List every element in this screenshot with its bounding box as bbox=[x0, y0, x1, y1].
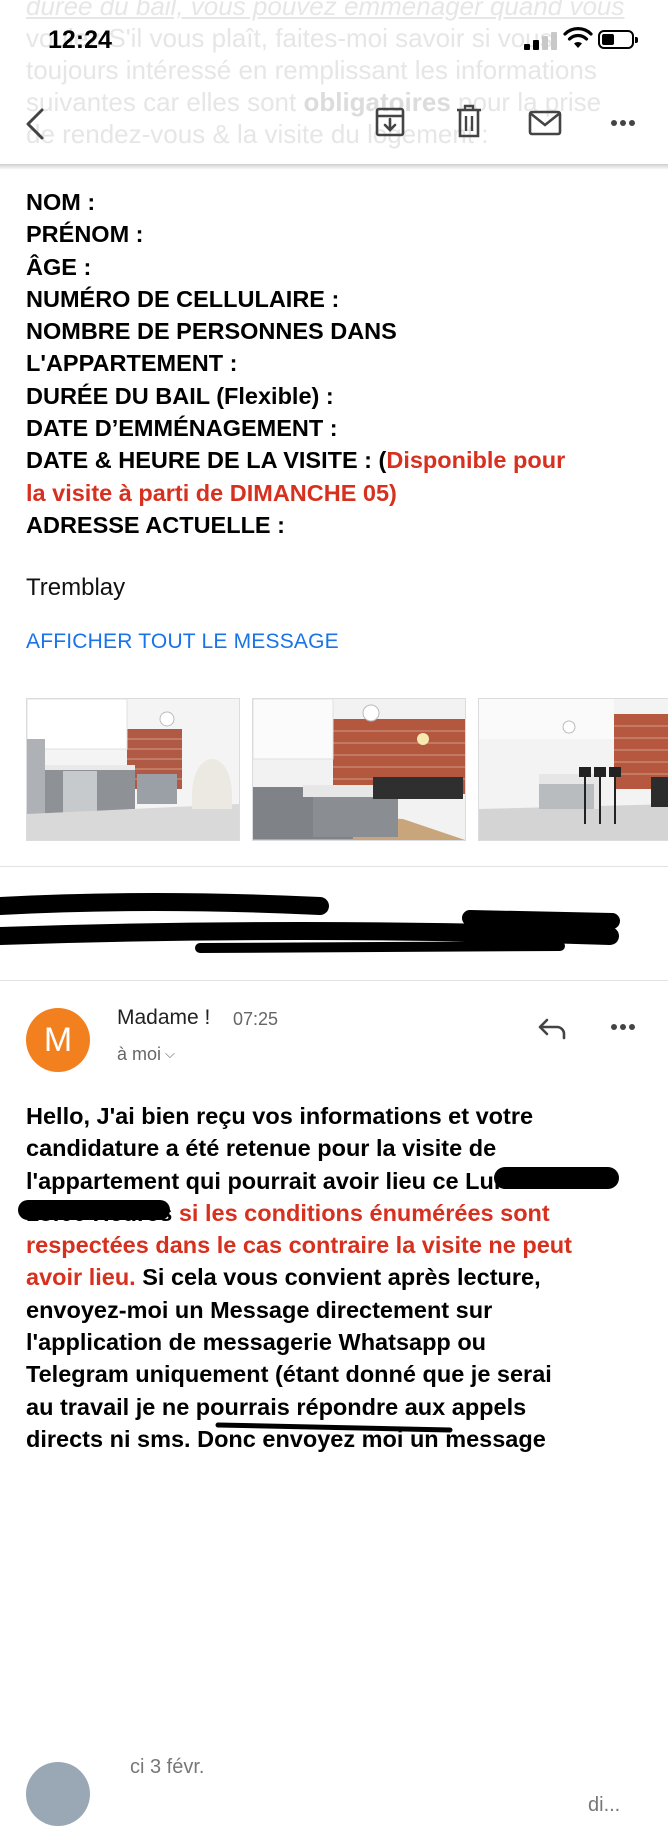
field-personnes: NOMBRE DE PERSONNES DANS bbox=[26, 318, 397, 345]
attachment-photo-3[interactable] bbox=[478, 698, 668, 841]
form-fields-list: NOM : PRÉNOM : ÂGE : NUMÉRO DE CELLULAIR… bbox=[26, 186, 646, 541]
sender-avatar[interactable]: M bbox=[26, 1008, 90, 1072]
message-more-icon[interactable] bbox=[610, 1023, 636, 1031]
attachment-photo-2[interactable] bbox=[252, 698, 466, 841]
avatar bbox=[26, 1762, 90, 1826]
field-age: ÂGE : bbox=[26, 253, 92, 280]
reply-icon[interactable] bbox=[537, 1016, 567, 1040]
field-visite-availability: Disponible pour bbox=[386, 447, 566, 474]
collapsed-message[interactable]: ci 3 févr. di... bbox=[0, 866, 668, 1826]
status-time: 12:24 bbox=[48, 26, 112, 54]
field-visite-label: DATE & HEURE DE LA VISITE : ( bbox=[26, 447, 387, 474]
attachment-photo-1[interactable] bbox=[26, 698, 240, 841]
message-time: 07:25 bbox=[233, 1009, 279, 1029]
field-cellulaire: NUMÉRO DE CELLULAIRE : bbox=[26, 285, 340, 312]
field-personnes-cont: L'APPARTEMENT : bbox=[26, 350, 238, 377]
field-prenom: PRÉNOM : bbox=[26, 221, 144, 248]
field-adresse: ADRESSE ACTUELLE : bbox=[26, 511, 285, 538]
chevron-down-icon: ⌵ bbox=[165, 1046, 175, 1061]
field-duree: DURÉE DU BAIL (Flexible) : bbox=[26, 382, 334, 409]
field-visite-availability-cont: la visite à parti de DIMANCHE 05) bbox=[26, 479, 397, 506]
redaction-marks bbox=[0, 893, 620, 953]
more-options-icon[interactable] bbox=[610, 119, 636, 127]
wifi-icon bbox=[563, 27, 593, 48]
kitchen-image bbox=[253, 699, 465, 840]
signature: Tremblay bbox=[26, 574, 126, 601]
field-emmenagement: DATE D’EMMÉNAGEMENT : bbox=[26, 415, 338, 442]
thread-divider bbox=[0, 980, 668, 981]
field-visite: DATE & HEURE DE LA VISITE : (Disponible … bbox=[26, 444, 646, 476]
recipient-details[interactable]: à moi ⌵ bbox=[117, 1044, 175, 1065]
battery-icon bbox=[598, 30, 638, 49]
body-redaction-marks bbox=[18, 1167, 619, 1433]
show-full-message-link[interactable]: AFFICHER TOUT LE MESSAGE bbox=[26, 630, 339, 654]
cellular-signal-icon bbox=[524, 32, 558, 50]
back-arrow-icon[interactable] bbox=[24, 108, 46, 140]
mail-icon[interactable] bbox=[528, 110, 562, 136]
kitchen-image bbox=[27, 699, 239, 840]
kitchen-image bbox=[479, 699, 668, 840]
collapsed-message-snippet: di... bbox=[588, 1794, 621, 1816]
sender-name: Madame ! bbox=[117, 1006, 211, 1029]
collapsed-message-sender: ci 3 févr. bbox=[130, 1756, 205, 1778]
field-nom: NOM : bbox=[26, 189, 96, 215]
trash-icon[interactable] bbox=[456, 104, 482, 138]
body-line: Hello, J'ai bien reçu vos informations e… bbox=[26, 1103, 534, 1129]
status-bar: 12:24 bbox=[0, 0, 668, 80]
recipient-label: à moi bbox=[117, 1044, 162, 1064]
email-toolbar bbox=[0, 80, 668, 168]
archive-icon[interactable] bbox=[375, 107, 405, 137]
